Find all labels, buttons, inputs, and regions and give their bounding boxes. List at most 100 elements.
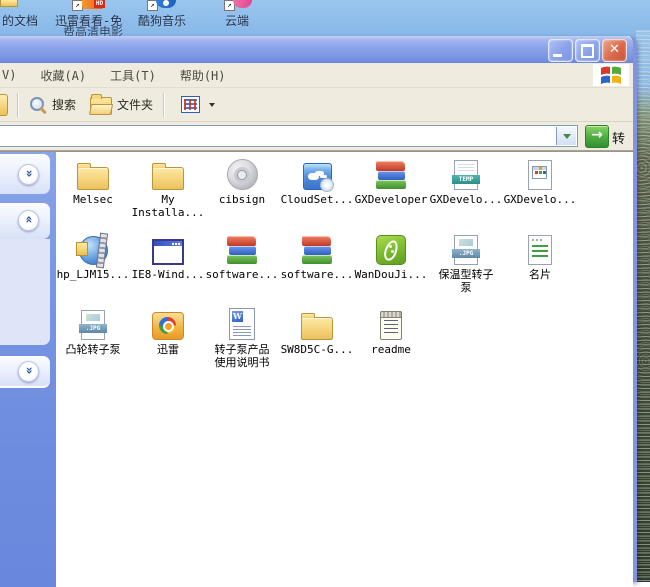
temp-file-icon — [454, 160, 478, 190]
file-item[interactable]: 迅雷 — [131, 304, 205, 356]
collapse-section-button[interactable]: » — [18, 164, 39, 185]
file-label: 名片 — [503, 268, 577, 281]
file-label: software... — [280, 268, 354, 281]
winrar-archive-icon — [376, 180, 406, 189]
file-item[interactable]: 转子泵产品 使用说明书 — [205, 304, 279, 369]
wandoujia-icon — [376, 235, 406, 265]
desktop-icon-label: 云端 — [225, 12, 249, 29]
windows-logo — [593, 64, 629, 86]
menu-item-favorites[interactable]: 收藏(A) — [28, 67, 98, 84]
minimize-icon — [553, 54, 562, 57]
file-item[interactable]: cibsign — [205, 154, 279, 206]
file-label: software... — [205, 268, 279, 281]
file-label: 迅雷 — [131, 343, 205, 356]
task-section-body — [0, 239, 50, 345]
winrar-archive-icon — [302, 255, 332, 264]
folders-label: 文件夹 — [117, 96, 153, 113]
folder-icon — [152, 167, 184, 190]
cloud-setup-icon — [303, 163, 332, 190]
folders-button[interactable]: 文件夹 — [83, 92, 160, 118]
desktop-wallpaper-strip — [636, 30, 650, 582]
file-item[interactable]: GXDevelo... — [429, 154, 503, 206]
close-button[interactable]: ✕ — [602, 39, 627, 62]
dropdown-arrow-icon — [209, 103, 215, 107]
window-controls: ✕ — [548, 39, 627, 62]
views-icon — [181, 96, 200, 113]
winrar-archive-icon — [227, 255, 257, 264]
toolbar-separator — [163, 93, 165, 117]
address-bar-row: → 转到 — [0, 122, 633, 151]
maximize-button[interactable] — [575, 39, 600, 62]
address-dropdown-button[interactable] — [556, 127, 576, 145]
cd-disc-icon — [227, 159, 258, 190]
close-icon: ✕ — [603, 42, 626, 57]
yunduan-icon — [233, 0, 252, 8]
folder-icon — [77, 167, 109, 190]
file-item[interactable]: SW8D5C-G... — [280, 304, 354, 356]
kugou-icon — [156, 0, 176, 8]
file-label: GXDeveloper — [354, 193, 428, 206]
menu-item-help[interactable]: 帮助(H) — [168, 67, 238, 84]
chevron-down-icon: » — [20, 367, 37, 375]
file-label: Melsec — [56, 193, 130, 206]
menu-bar: V) 收藏(A) 工具(T) 帮助(H) — [0, 63, 633, 88]
collapse-section-button[interactable]: » — [18, 361, 39, 382]
file-item[interactable]: 凸轮转子泵 — [56, 304, 130, 356]
file-label: IE8-Wind... — [131, 268, 205, 281]
file-item[interactable]: software... — [205, 229, 279, 281]
file-item[interactable]: GXDevelo... — [503, 154, 577, 206]
chevron-down-icon: » — [20, 170, 37, 178]
file-label: CloudSet... — [280, 193, 354, 206]
xunlei-kankan-icon — [82, 0, 104, 9]
collapse-section-button[interactable]: » — [18, 210, 39, 231]
minimize-button[interactable] — [548, 39, 573, 62]
file-item[interactable]: hp_LJM15... — [56, 229, 130, 281]
file-item[interactable]: IE8-Wind... — [131, 229, 205, 281]
file-item[interactable]: CloudSet... — [280, 154, 354, 206]
business-card-file-icon — [528, 235, 552, 265]
file-label: 凸轮转子泵 — [56, 343, 130, 356]
file-item[interactable]: 名片 — [503, 229, 577, 281]
file-item[interactable]: My Installa... — [131, 154, 205, 219]
file-item[interactable]: Melsec — [56, 154, 130, 206]
word-document-icon — [229, 308, 255, 340]
toolbar: 搜索 文件夹 — [0, 88, 633, 122]
file-item[interactable]: software... — [280, 229, 354, 281]
thunder-download-icon — [152, 312, 184, 340]
file-item[interactable]: WanDouJi... — [354, 229, 428, 281]
desktop-icon-label: 的文档 — [2, 12, 38, 29]
windows-flag-icon — [600, 65, 622, 85]
file-label: 保温型转子 泵 — [429, 268, 503, 294]
search-icon — [29, 96, 47, 114]
application-file-icon — [528, 160, 552, 190]
chevron-up-icon: » — [20, 216, 37, 224]
search-label: 搜索 — [52, 96, 76, 113]
file-label: GXDevelo... — [503, 193, 577, 206]
menu-item-view-partial[interactable]: V) — [0, 68, 28, 82]
jpg-file-icon — [81, 310, 105, 340]
file-item[interactable]: readme — [354, 304, 428, 356]
file-item[interactable]: 保温型转子 泵 — [429, 229, 503, 294]
desktop-icon-label: 酷狗音乐 — [138, 12, 186, 29]
file-label: My Installa... — [131, 193, 205, 219]
window-main-area: » » » Melsec My Installa... cibsign — [0, 151, 633, 587]
file-item[interactable]: GXDeveloper — [354, 154, 428, 206]
jpg-file-icon — [454, 235, 478, 265]
common-tasks-pane: » » » — [0, 152, 56, 587]
toolbar-separator — [17, 93, 19, 117]
address-input[interactable] — [0, 125, 578, 147]
title-bar[interactable]: ✕ — [0, 36, 633, 63]
file-label: GXDevelo... — [429, 193, 503, 206]
file-list-area[interactable]: Melsec My Installa... cibsign CloudSet..… — [56, 152, 633, 587]
file-label: hp_LJM15... — [56, 268, 130, 281]
menu-item-tools[interactable]: 工具(T) — [98, 67, 168, 84]
explorer-window: ✕ V) 收藏(A) 工具(T) 帮助(H) 搜索 文件夹 — [0, 36, 637, 582]
file-label: WanDouJi... — [354, 268, 428, 281]
file-label: 转子泵产品 使用说明书 — [205, 343, 279, 369]
go-button[interactable]: → — [585, 125, 609, 148]
toolbar-partial-button[interactable] — [0, 94, 8, 116]
readme-text-icon — [380, 311, 402, 340]
views-button[interactable] — [168, 93, 222, 116]
folder-icon — [301, 317, 333, 340]
search-button[interactable]: 搜索 — [22, 93, 83, 117]
